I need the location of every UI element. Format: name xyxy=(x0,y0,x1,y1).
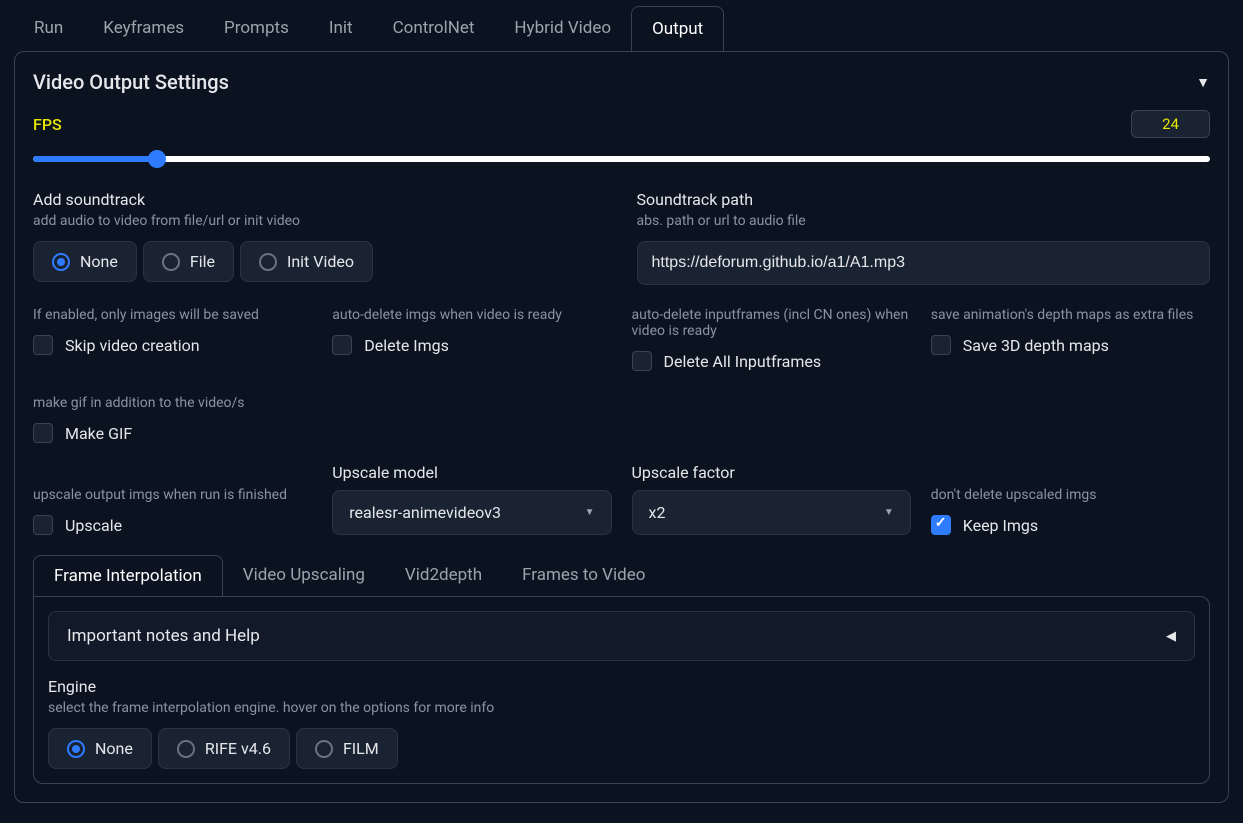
soundtrack-path-label: Soundtrack path xyxy=(637,190,1211,209)
chevron-down-icon[interactable]: ▼ xyxy=(1196,74,1210,91)
notes-accordion[interactable]: Important notes and Help ◀ xyxy=(48,611,1195,661)
upscale-hint: upscale output imgs when run is finished xyxy=(33,487,312,503)
skip-video-hint: If enabled, only images will be saved xyxy=(33,307,312,323)
upscale-model-label: Upscale model xyxy=(332,463,611,482)
fps-label: FPS xyxy=(33,115,62,134)
engine-none[interactable]: None xyxy=(48,728,152,769)
save-depth-checkbox[interactable]: Save 3D depth maps xyxy=(931,335,1210,355)
tab-init[interactable]: Init xyxy=(309,6,373,51)
tab-output[interactable]: Output xyxy=(631,6,724,51)
soundtrack-path-input[interactable] xyxy=(637,241,1211,285)
make-gif-hint: make gif in addition to the video/s xyxy=(33,395,312,411)
save-depth-hint: save animation's depth maps as extra fil… xyxy=(931,307,1210,323)
tab-run[interactable]: Run xyxy=(14,6,83,51)
section-title: Video Output Settings xyxy=(33,70,229,94)
soundtrack-init-video[interactable]: Init Video xyxy=(240,241,373,282)
keep-imgs-hint: don't delete upscaled imgs xyxy=(931,487,1210,503)
frame-interpolation-panel: Important notes and Help ◀ Engine select… xyxy=(33,596,1210,784)
chevron-left-icon: ◀ xyxy=(1166,629,1176,644)
sub-tabs: Frame Interpolation Video Upscaling Vid2… xyxy=(33,555,1210,596)
engine-hint: select the frame interpolation engine. h… xyxy=(48,700,1195,716)
subtab-video-upscaling[interactable]: Video Upscaling xyxy=(223,555,385,596)
chevron-down-icon: ▼ xyxy=(585,507,595,518)
engine-label: Engine xyxy=(48,677,1195,696)
upscale-factor-label: Upscale factor xyxy=(632,463,911,482)
soundtrack-file[interactable]: File xyxy=(143,241,234,282)
tab-prompts[interactable]: Prompts xyxy=(204,6,309,51)
fps-value[interactable]: 24 xyxy=(1131,110,1210,138)
soundtrack-label: Add soundtrack xyxy=(33,190,607,209)
tab-controlnet[interactable]: ControlNet xyxy=(373,6,495,51)
engine-rife[interactable]: RIFE v4.6 xyxy=(158,728,290,769)
delete-imgs-hint: auto-delete imgs when video is ready xyxy=(332,307,611,323)
fps-slider[interactable] xyxy=(33,156,1210,162)
subtab-frame-interpolation[interactable]: Frame Interpolation xyxy=(33,555,223,596)
engine-film[interactable]: FILM xyxy=(296,728,398,769)
subtab-vid2depth[interactable]: Vid2depth xyxy=(385,555,502,596)
upscale-factor-select[interactable]: x2 ▼ xyxy=(632,490,911,535)
soundtrack-path-hint: abs. path or url to audio file xyxy=(637,213,1211,229)
subtab-frames-to-video[interactable]: Frames to Video xyxy=(502,555,665,596)
keep-imgs-checkbox[interactable]: Keep Imgs xyxy=(931,515,1210,535)
engine-radio-group: None RIFE v4.6 FILM xyxy=(48,728,1195,769)
delete-input-hint: auto-delete inputframes (incl CN ones) w… xyxy=(632,307,911,339)
skip-video-checkbox[interactable]: Skip video creation xyxy=(33,335,312,355)
delete-input-checkbox[interactable]: Delete All Inputframes xyxy=(632,351,911,371)
slider-thumb[interactable] xyxy=(148,150,166,168)
output-panel: Video Output Settings ▼ FPS 24 Add sound… xyxy=(14,51,1229,803)
soundtrack-radio-group: None File Init Video xyxy=(33,241,607,282)
make-gif-checkbox[interactable]: Make GIF xyxy=(33,423,312,443)
upscale-model-select[interactable]: realesr-animevideov3 ▼ xyxy=(332,490,611,535)
tab-hybrid-video[interactable]: Hybrid Video xyxy=(494,6,631,51)
delete-imgs-checkbox[interactable]: Delete Imgs xyxy=(332,335,611,355)
chevron-down-icon: ▼ xyxy=(884,507,894,518)
upscale-checkbox[interactable]: Upscale xyxy=(33,515,312,535)
soundtrack-hint: add audio to video from file/url or init… xyxy=(33,213,607,229)
soundtrack-none[interactable]: None xyxy=(33,241,137,282)
tab-keyframes[interactable]: Keyframes xyxy=(83,6,204,51)
section-header[interactable]: Video Output Settings ▼ xyxy=(33,70,1210,94)
main-tabs: Run Keyframes Prompts Init ControlNet Hy… xyxy=(0,0,1243,51)
